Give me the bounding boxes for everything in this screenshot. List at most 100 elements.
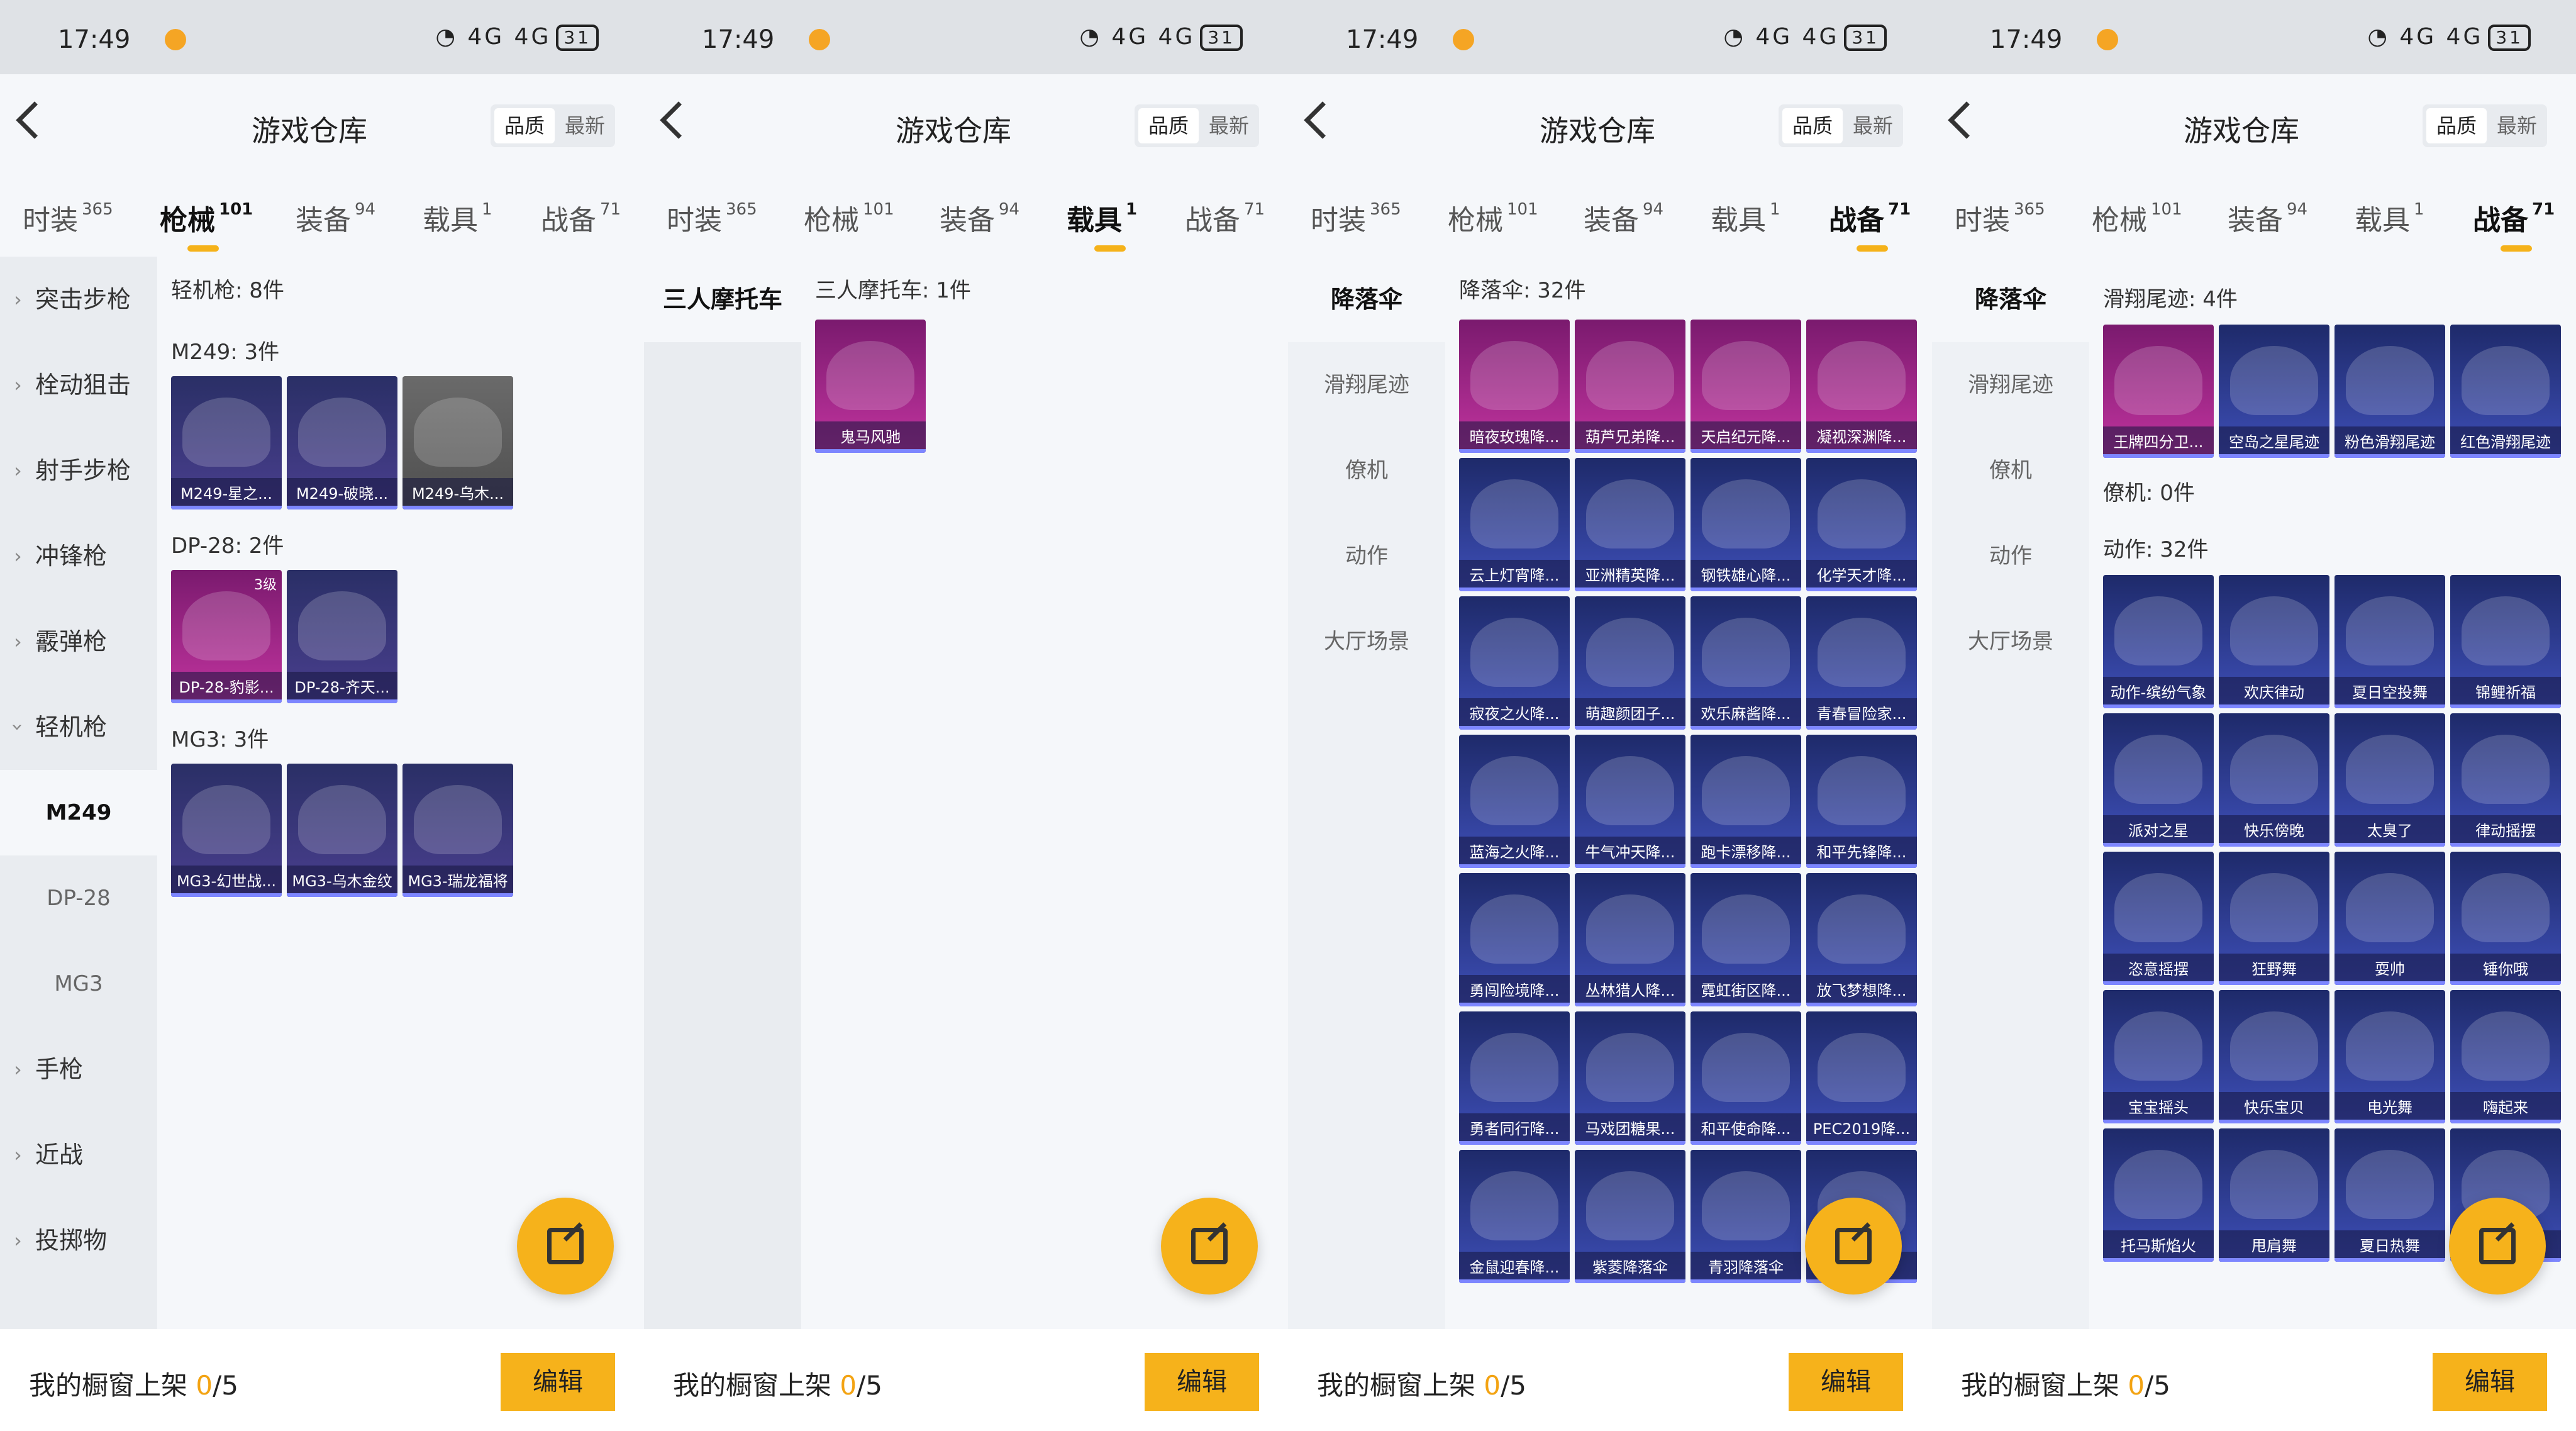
tab-2[interactable]: 装备 94 <box>940 198 1019 238</box>
item-card[interactable]: PEC2019降... <box>1806 1011 1917 1145</box>
sidebar-item-3[interactable]: 动作 <box>1288 513 1445 599</box>
sidebar-item-10[interactable]: › 近战 <box>0 1112 157 1198</box>
item-card[interactable]: 王牌四分卫... <box>2103 325 2214 458</box>
tab-0[interactable]: 时装 365 <box>1955 198 2045 238</box>
sort-quality-button[interactable]: 品质 <box>494 108 555 143</box>
item-card[interactable]: 天启纪元降... <box>1690 320 1801 453</box>
item-card[interactable]: 狂野舞 <box>2219 852 2329 985</box>
item-card[interactable]: 派对之星 <box>2103 713 2214 847</box>
item-card[interactable]: 鬼马风驰 <box>815 320 926 453</box>
item-card[interactable]: 托马斯焰火 <box>2103 1128 2214 1262</box>
edit-button[interactable]: 编辑 <box>501 1353 615 1411</box>
item-card[interactable]: 甩肩舞 <box>2219 1128 2329 1262</box>
sidebar-item-0[interactable]: 降落伞 <box>1932 257 2089 342</box>
sidebar-item-4[interactable]: › 霰弹枪 <box>0 599 157 684</box>
tab-1[interactable]: 枪械 101 <box>1448 198 1538 238</box>
item-card[interactable]: 锤你哦 <box>2450 852 2561 985</box>
item-card[interactable]: 电光舞 <box>2334 990 2445 1123</box>
item-card[interactable]: 葫芦兄弟降... <box>1575 320 1685 453</box>
item-card[interactable]: 金鼠迎春降... <box>1459 1150 1570 1283</box>
item-card[interactable]: 跑卡漂移降... <box>1690 735 1801 868</box>
tab-3[interactable]: 载具 1 <box>1711 198 1780 238</box>
item-card[interactable]: 凝视深渊降... <box>1806 320 1917 453</box>
tab-4[interactable]: 战备 71 <box>1829 198 1911 252</box>
sidebar-item-1[interactable]: 滑翔尾迹 <box>1932 342 2089 428</box>
tab-0[interactable]: 时装 365 <box>667 198 757 238</box>
item-card[interactable]: 牛气冲天降... <box>1575 735 1685 868</box>
tab-1[interactable]: 枪械 101 <box>160 198 253 252</box>
item-card[interactable]: MG3-瑞龙福将 <box>402 764 513 897</box>
sort-toggle[interactable]: 品质 最新 <box>1135 104 1259 147</box>
sidebar-item-0[interactable]: › 突击步枪 <box>0 257 157 342</box>
tab-4[interactable]: 战备 71 <box>2473 198 2555 252</box>
edit-button[interactable]: 编辑 <box>2433 1353 2547 1411</box>
sort-latest-button[interactable]: 最新 <box>1199 104 1259 147</box>
sidebar-item-8[interactable]: MG3 <box>0 941 157 1027</box>
item-card[interactable]: 夏日空投舞 <box>2334 575 2445 708</box>
item-card[interactable]: 和平先锋降... <box>1806 735 1917 868</box>
sidebar-item-3[interactable]: 动作 <box>1932 513 2089 599</box>
share-fab-button[interactable] <box>1161 1198 1258 1295</box>
item-card[interactable]: 粉色滑翔尾迹 <box>2334 325 2445 458</box>
item-card[interactable]: 动作-缤纷气象 <box>2103 575 2214 708</box>
tab-4[interactable]: 战备 71 <box>541 198 621 238</box>
edit-button[interactable]: 编辑 <box>1145 1353 1259 1411</box>
tab-3[interactable]: 载具 1 <box>2355 198 2424 238</box>
sort-toggle[interactable]: 品质 最新 <box>1779 104 1903 147</box>
edit-button[interactable]: 编辑 <box>1789 1353 1903 1411</box>
sidebar-item-0[interactable]: 三人摩托车 <box>644 257 801 342</box>
sort-latest-button[interactable]: 最新 <box>1843 104 1903 147</box>
item-card[interactable]: 马戏团糖果... <box>1575 1011 1685 1145</box>
item-card[interactable]: 放飞梦想降... <box>1806 873 1917 1006</box>
item-card[interactable]: 丛林猎人降... <box>1575 873 1685 1006</box>
sidebar-item-4[interactable]: 大厅场景 <box>1288 599 1445 684</box>
item-card[interactable]: 空岛之星尾迹 <box>2219 325 2329 458</box>
item-card[interactable]: M249-破晓... <box>287 376 397 509</box>
sidebar-item-6[interactable]: M249 <box>0 770 157 855</box>
item-card[interactable]: DP-28-齐天... <box>287 570 397 703</box>
sidebar-item-0[interactable]: 降落伞 <box>1288 257 1445 342</box>
item-card[interactable]: 化学天才降... <box>1806 458 1917 591</box>
tab-3[interactable]: 载具 1 <box>423 198 492 238</box>
item-card[interactable]: M249-乌木... <box>402 376 513 509</box>
item-card[interactable]: 快乐宝贝 <box>2219 990 2329 1123</box>
item-card[interactable]: 寂夜之火降... <box>1459 596 1570 730</box>
tab-1[interactable]: 枪械 101 <box>2092 198 2182 238</box>
item-card[interactable]: 云上灯宵降... <box>1459 458 1570 591</box>
item-card[interactable]: 嗨起来 <box>2450 990 2561 1123</box>
item-card[interactable]: 亚洲精英降... <box>1575 458 1685 591</box>
item-card[interactable]: 锦鲤祈福 <box>2450 575 2561 708</box>
share-fab-button[interactable] <box>1805 1198 1902 1295</box>
sort-latest-button[interactable]: 最新 <box>555 104 615 147</box>
item-card[interactable]: MG3-乌木金纹 <box>287 764 397 897</box>
item-card[interactable]: 宝宝摇头 <box>2103 990 2214 1123</box>
item-card[interactable]: 快乐傍晚 <box>2219 713 2329 847</box>
sort-latest-button[interactable]: 最新 <box>2487 104 2547 147</box>
item-card[interactable]: 勇者同行降... <box>1459 1011 1570 1145</box>
item-card[interactable]: 蓝海之火降... <box>1459 735 1570 868</box>
sort-quality-button[interactable]: 品质 <box>2426 108 2487 143</box>
sidebar-item-2[interactable]: › 射手步枪 <box>0 428 157 513</box>
item-card[interactable]: 青羽降落伞 <box>1690 1150 1801 1283</box>
item-card[interactable]: DP-28-豹影... 3级 <box>171 570 282 703</box>
sort-toggle[interactable]: 品质 最新 <box>491 104 615 147</box>
back-icon[interactable] <box>16 101 53 139</box>
item-card[interactable]: 太臭了 <box>2334 713 2445 847</box>
tab-1[interactable]: 枪械 101 <box>804 198 894 238</box>
sort-quality-button[interactable]: 品质 <box>1138 108 1199 143</box>
item-card[interactable]: 欢乐麻酱降... <box>1690 596 1801 730</box>
share-fab-button[interactable] <box>2449 1198 2546 1295</box>
tab-2[interactable]: 装备 94 <box>1584 198 1663 238</box>
sidebar-item-7[interactable]: DP-28 <box>0 855 157 941</box>
sidebar-item-9[interactable]: › 手枪 <box>0 1027 157 1112</box>
item-card[interactable]: 勇闯险境降... <box>1459 873 1570 1006</box>
sidebar-item-1[interactable]: 滑翔尾迹 <box>1288 342 1445 428</box>
item-card[interactable]: 萌趣颜团子... <box>1575 596 1685 730</box>
sidebar-item-2[interactable]: 僚机 <box>1932 428 2089 513</box>
sidebar-item-11[interactable]: › 投掷物 <box>0 1198 157 1283</box>
sidebar-item-2[interactable]: 僚机 <box>1288 428 1445 513</box>
sort-toggle[interactable]: 品质 最新 <box>2423 104 2547 147</box>
tab-0[interactable]: 时装 365 <box>23 198 113 238</box>
item-card[interactable]: 律动摇摆 <box>2450 713 2561 847</box>
back-icon[interactable] <box>1948 101 1985 139</box>
